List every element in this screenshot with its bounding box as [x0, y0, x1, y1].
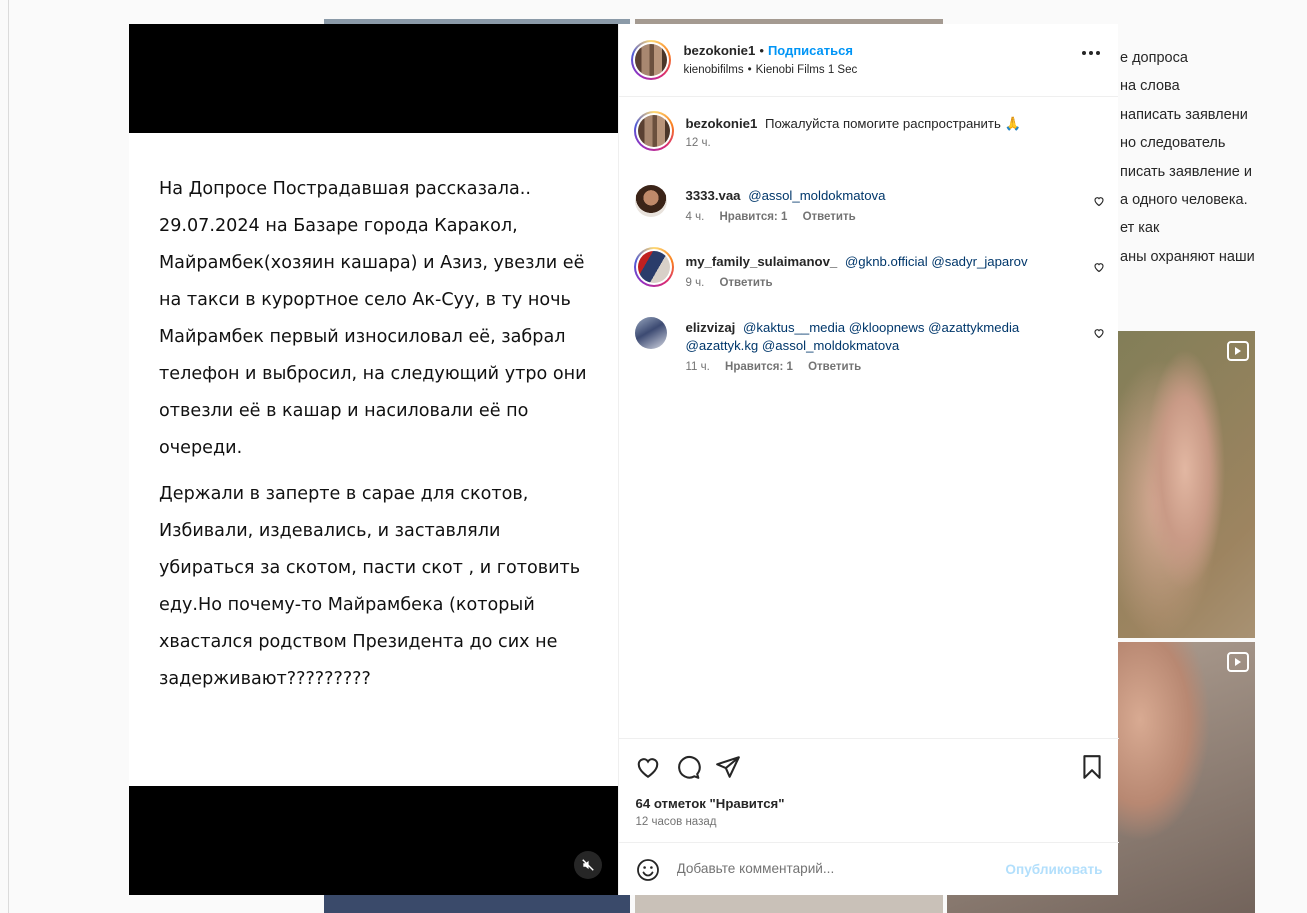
comment-time[interactable]: 9 ч.	[686, 277, 705, 289]
comment-meta: 4 ч. Нравится: 1 Ответить	[686, 211, 1119, 223]
likes-count[interactable]: 64 отметок "Нравится"	[636, 796, 785, 811]
separator-dot: •	[759, 43, 764, 58]
like-heart-icon[interactable]	[635, 754, 661, 780]
comment-bubble-icon[interactable]	[675, 754, 701, 780]
comment-meta: 11 ч. Нравится: 1 Ответить	[686, 361, 1119, 373]
reel-icon	[1227, 341, 1249, 361]
author-avatar[interactable]	[630, 40, 671, 80]
add-comment-bar: Опубликовать	[618, 842, 1119, 896]
comment-time[interactable]: 4 ч.	[686, 211, 705, 223]
post-modal: На Допросе Пострадавшая рассказала.. 29.…	[129, 24, 1119, 896]
media-paragraph: На Допросе Пострадавшая рассказала.. 29.…	[159, 179, 587, 458]
comment-like-icon[interactable]	[1093, 327, 1105, 339]
commenter-avatar[interactable]	[633, 247, 674, 287]
post-time[interactable]: 12 часов назад	[636, 816, 717, 828]
emoji-icon[interactable]	[636, 858, 660, 882]
post-actions: 64 отметок "Нравится" 12 часов назад	[618, 738, 1119, 843]
reply-button[interactable]: Ответить	[808, 361, 861, 373]
caption-item: bezokonie1 Пожалуйста помогите распростр…	[619, 111, 1119, 183]
audio-line: kienobifilms • Kienobi Films 1 Sec	[684, 64, 858, 76]
speaker-muted-icon	[582, 859, 594, 871]
comment-text: 3333.vaa @assol_moldokmatova	[686, 183, 1119, 205]
mention-link[interactable]: @gknb.official @sadyr_japarov	[845, 254, 1028, 269]
save-bookmark-icon[interactable]	[1079, 754, 1105, 780]
comments-list: bezokonie1 Пожалуйста помогите распростр…	[619, 97, 1119, 399]
reply-button[interactable]: Ответить	[719, 277, 772, 289]
grid-post-thumbnail[interactable]	[324, 895, 630, 913]
commenter-username[interactable]: 3333.vaa	[686, 188, 741, 203]
mention-link[interactable]: @kaktus__media @kloopnews @azattykmedia …	[686, 320, 1020, 353]
page-border	[8, 0, 9, 913]
separator-dot: •	[747, 64, 752, 76]
commenter-avatar[interactable]	[634, 185, 667, 217]
caption-username[interactable]: bezokonie1	[686, 116, 758, 131]
header-user-line: bezokonie1 • Подписаться	[684, 43, 853, 58]
audio-title[interactable]: Kienobi Films 1 Sec	[756, 64, 858, 76]
bio-line: но следователь	[1120, 135, 1226, 152]
comment-time[interactable]: 11 ч.	[686, 361, 710, 373]
media-text-card: На Допросе Пострадавшая рассказала.. 29.…	[129, 133, 618, 786]
caption-time[interactable]: 12 ч.	[686, 137, 711, 149]
commenter-avatar[interactable]	[634, 317, 667, 349]
background-bio-text: е допроса на слова написать заявлени но …	[1118, 44, 1255, 271]
audio-account[interactable]: kienobifilms	[684, 64, 744, 76]
media-caption-text: На Допросе Пострадавшая рассказала.. 29.…	[129, 133, 618, 698]
commenter-username[interactable]: elizvizaj	[686, 320, 736, 335]
bio-line: написать заявлени	[1120, 106, 1248, 123]
comment-likes[interactable]: Нравится: 1	[725, 361, 793, 373]
reel-icon	[1227, 652, 1249, 672]
share-paper-plane-icon[interactable]	[715, 754, 741, 780]
follow-button[interactable]: Подписаться	[768, 43, 853, 58]
bio-line: писать заявление и	[1120, 163, 1252, 180]
comment-likes[interactable]: Нравится: 1	[719, 211, 787, 223]
mute-button[interactable]	[574, 851, 602, 879]
commenter-username[interactable]: my_family_sulaimanov_	[686, 254, 838, 269]
comment-text: elizvizaj @kaktus__media @kloopnews @aza…	[686, 315, 1119, 355]
caption-text: bezokonie1 Пожалуйста помогите распростр…	[686, 111, 1119, 133]
comment-like-icon[interactable]	[1093, 261, 1105, 273]
caption-meta: 12 ч.	[686, 137, 1119, 149]
bio-line: а одного человека.	[1120, 192, 1248, 209]
comment-item: elizvizaj @kaktus__media @kloopnews @aza…	[619, 315, 1119, 399]
comment-input[interactable]	[674, 860, 979, 877]
comment-item: my_family_sulaimanov_ @gknb.official @sa…	[619, 247, 1119, 315]
post-side-panel: bezokonie1 • Подписаться kienobifilms • Kien…	[617, 24, 1119, 896]
comment-item: 3333.vaa @assol_moldokmatova 4 ч. Нравит…	[619, 183, 1119, 249]
bio-line: на слова	[1120, 78, 1180, 95]
bio-line: ет как	[1120, 220, 1160, 237]
post-header: bezokonie1 • Подписаться kienobifilms • Kien…	[618, 24, 1118, 97]
caption-avatar[interactable]	[633, 111, 674, 151]
caption-body: Пожалуйста помогите распространить 🙏	[765, 116, 1021, 131]
mention-link[interactable]: @assol_moldokmatova	[748, 188, 885, 203]
bio-line: аны охраняют наши	[1120, 248, 1255, 265]
reply-button[interactable]: Ответить	[803, 211, 856, 223]
author-username[interactable]: bezokonie1	[684, 43, 756, 58]
post-media-video[interactable]: На Допросе Пострадавшая рассказала.. 29.…	[129, 24, 618, 895]
publish-button[interactable]: Опубликовать	[1005, 862, 1102, 877]
grid-post-thumbnail[interactable]	[635, 895, 943, 913]
media-paragraph: Держали в заперте в сарае для скотов, Из…	[159, 484, 581, 689]
bio-line: е допроса	[1120, 50, 1188, 66]
more-options-button[interactable]	[1082, 51, 1100, 55]
comment-like-icon[interactable]	[1093, 195, 1105, 207]
more-icon	[1082, 51, 1086, 55]
comment-meta: 9 ч. Ответить	[686, 277, 1119, 289]
avatar-image	[634, 44, 667, 76]
comment-text: my_family_sulaimanov_ @gknb.official @sa…	[686, 249, 1119, 271]
